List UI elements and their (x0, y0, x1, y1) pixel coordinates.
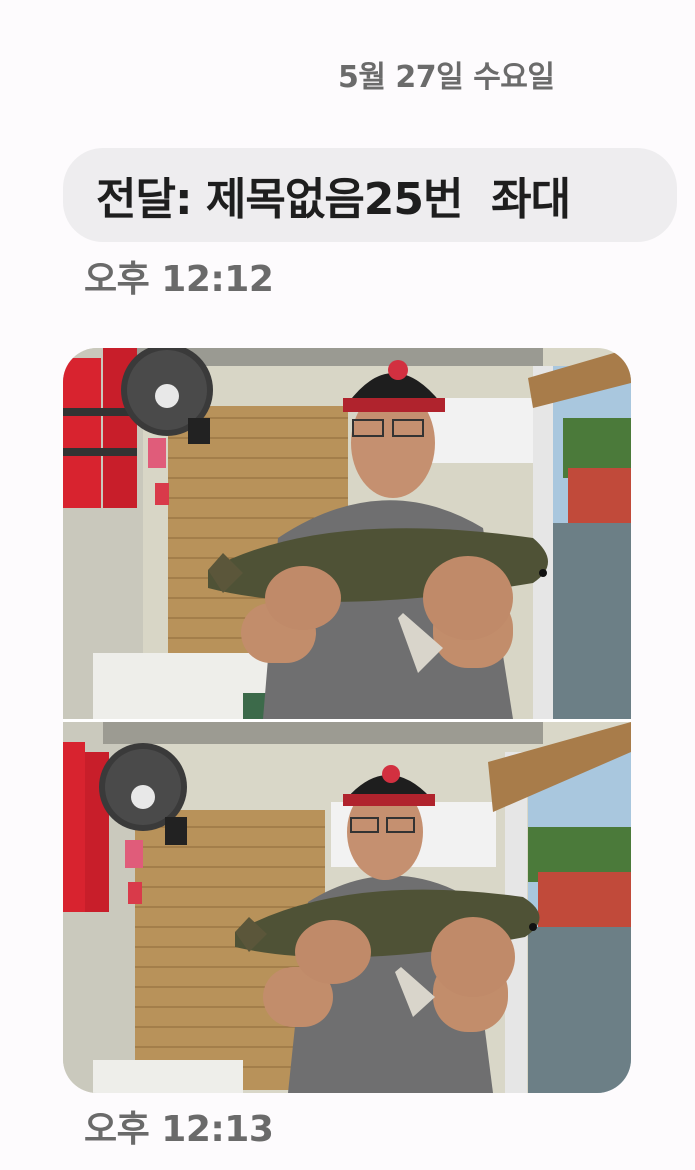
attachment-photo[interactable] (63, 348, 631, 719)
message-timestamp: 오후 12:13 (84, 1109, 274, 1150)
message-timestamp: 오후 12:12 (84, 259, 274, 300)
photo-man-holding-fish-1 (63, 348, 631, 719)
date-header: 5월 27일 수요일 (338, 60, 555, 95)
attachment-photo[interactable] (63, 722, 631, 1093)
photo-man-holding-fish-2 (63, 722, 631, 1093)
media-attachment-group[interactable] (63, 348, 631, 1093)
message-bubble-forwarded[interactable]: 전달: 제목없음25번 좌대 (63, 148, 677, 242)
message-thread: 5월 27일 수요일 전달: 제목없음25번 좌대 오후 12:12 오후 12… (0, 0, 695, 1170)
